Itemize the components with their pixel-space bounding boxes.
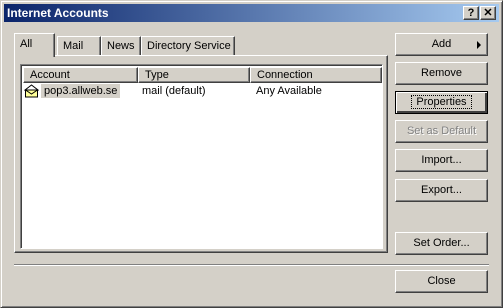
add-label: Add <box>431 38 452 50</box>
close-button[interactable]: Close <box>395 270 488 293</box>
list-item[interactable]: pop3.allweb.se mail (default) Any Availa… <box>23 83 380 101</box>
properties-label: Properties <box>411 95 472 109</box>
close-icon: ✕ <box>483 7 493 19</box>
tab-label: All <box>20 38 33 50</box>
column-header-account[interactable]: Account <box>23 67 138 83</box>
column-header-connection[interactable]: Connection <box>250 67 382 83</box>
tab-directory-service[interactable]: Directory Service <box>141 36 235 56</box>
tab-label: News <box>107 40 135 52</box>
help-button[interactable]: ? <box>463 6 479 20</box>
title-close-button[interactable]: ✕ <box>480 6 496 20</box>
remove-button[interactable]: Remove <box>395 62 488 85</box>
window-title: Internet Accounts <box>7 6 109 20</box>
export-label: Export... <box>421 184 462 196</box>
tab-all[interactable]: All <box>14 33 55 57</box>
tab-label: Directory Service <box>147 40 231 52</box>
set-order-button[interactable]: Set Order... <box>395 232 488 255</box>
mail-account-icon <box>24 84 39 98</box>
title-bar[interactable]: Internet Accounts ? ✕ <box>4 4 499 22</box>
accounts-list[interactable]: Account Type Connection pop3.allweb.se m… <box>20 64 383 249</box>
close-label: Close <box>427 275 456 287</box>
import-label: Import... <box>421 154 462 166</box>
tab-panel: Account Type Connection pop3.allweb.se m… <box>14 55 388 253</box>
column-header-type[interactable]: Type <box>138 67 250 83</box>
set-order-label: Set Order... <box>413 237 470 249</box>
account-connection: Any Available <box>256 85 322 97</box>
submenu-arrow-icon <box>477 41 481 49</box>
tab-label: Mail <box>63 40 84 52</box>
export-button[interactable]: Export... <box>395 179 488 202</box>
add-button[interactable]: Add <box>395 33 488 56</box>
account-type: mail (default) <box>142 85 206 97</box>
remove-label: Remove <box>421 67 462 79</box>
tab-news[interactable]: News <box>101 36 141 56</box>
set-as-default-button[interactable]: Set as Default <box>395 120 488 143</box>
account-name: pop3.allweb.se <box>41 84 121 98</box>
set-as-default-label: Set as Default <box>406 125 477 137</box>
divider <box>14 264 489 266</box>
import-button[interactable]: Import... <box>395 149 488 172</box>
tab-mail[interactable]: Mail <box>57 36 101 56</box>
properties-button[interactable]: Properties <box>395 91 488 114</box>
